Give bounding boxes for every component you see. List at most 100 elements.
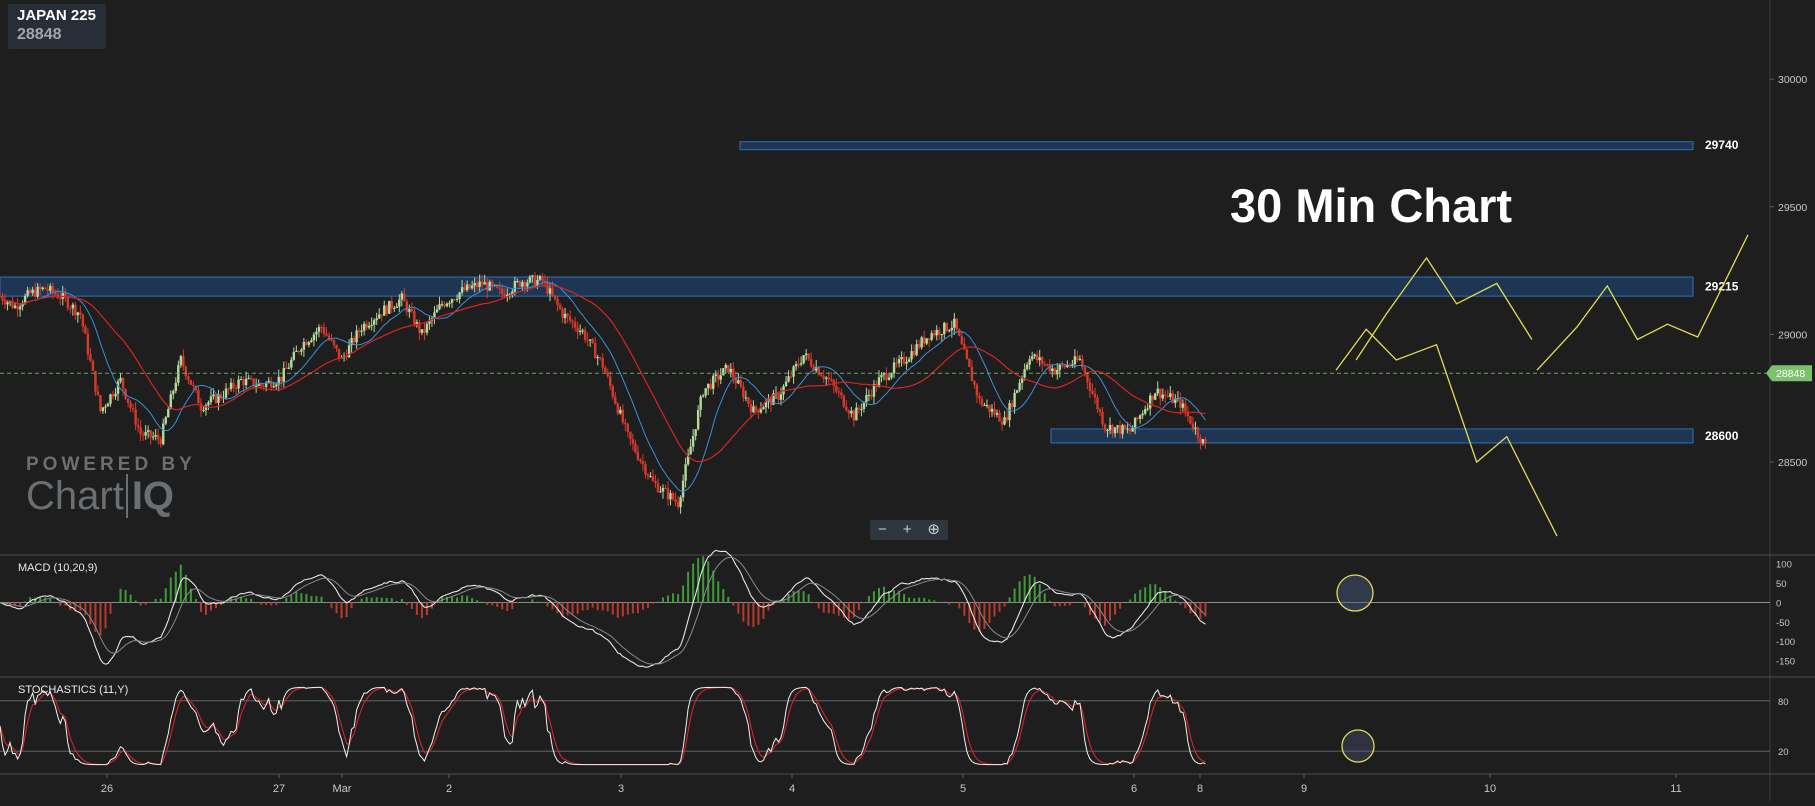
candle-body: [1166, 395, 1169, 397]
candle-body: [69, 308, 72, 310]
candle-body: [709, 383, 712, 389]
candle-body: [51, 285, 54, 293]
candle-body: [101, 407, 105, 412]
candle-body: [842, 395, 846, 407]
candle-body: [591, 339, 594, 344]
zoom-reset-icon[interactable]: ⊕: [927, 520, 940, 540]
candle-body: [892, 362, 896, 374]
candle-body: [581, 330, 584, 332]
candle-body: [887, 377, 891, 380]
candle-body: [671, 493, 675, 500]
candle-body: [1103, 424, 1107, 431]
candle-body: [119, 377, 122, 382]
candle-body: [762, 407, 765, 410]
price-tick-label: 28500: [1778, 457, 1807, 469]
candle-body: [460, 287, 464, 293]
candle-body: [136, 424, 140, 428]
candle-body: [699, 396, 702, 410]
candle-body: [1194, 427, 1197, 429]
candle-body: [182, 356, 185, 367]
candle-body: [933, 333, 936, 336]
watermark-iq: IQ: [125, 474, 175, 518]
candle-body: [244, 378, 248, 386]
candle-body: [568, 316, 572, 321]
candle-body: [935, 329, 938, 336]
zoom-out-button[interactable]: −: [878, 520, 887, 540]
candle-body: [960, 335, 964, 345]
chartiq-watermark: POWERED BY Chart IQ: [26, 454, 196, 518]
candle-body: [1038, 357, 1041, 361]
candle-body: [1013, 392, 1016, 408]
candle-body: [513, 281, 517, 292]
candle-body: [458, 292, 461, 299]
candle-body: [111, 394, 115, 397]
candle-body: [99, 395, 102, 412]
candle-body: [656, 483, 660, 493]
candle-body: [295, 350, 298, 352]
candle-body: [177, 365, 180, 383]
candle-body: [1179, 397, 1182, 408]
candle-body: [870, 394, 873, 397]
candle-body: [3, 300, 7, 305]
time-tick-label: 8: [1197, 783, 1203, 795]
candle-body: [207, 402, 210, 406]
candle-body: [802, 355, 805, 364]
candle-body: [1008, 403, 1011, 421]
candle-body: [593, 343, 597, 359]
candle-body: [1030, 356, 1034, 360]
candle-body: [79, 312, 82, 315]
candle-body: [38, 286, 42, 290]
candle-body: [912, 351, 916, 356]
time-tick-label: Mar: [333, 783, 352, 795]
candle-body: [1043, 364, 1046, 366]
zoom-in-button[interactable]: +: [903, 520, 912, 540]
candle-body: [49, 285, 52, 291]
candle-body: [611, 386, 614, 397]
candle-body: [300, 349, 303, 352]
candle-body: [639, 459, 642, 462]
candle-body: [631, 439, 635, 444]
price-tick-label: 29000: [1778, 329, 1807, 341]
candle-body: [754, 406, 758, 410]
stochastics-title: STOCHASTICS (11,Y): [18, 684, 128, 696]
candle-body: [634, 443, 637, 453]
candle-body: [925, 338, 928, 344]
candle-body: [89, 354, 92, 361]
candle-body: [239, 379, 243, 381]
candle-body: [830, 379, 833, 381]
symbol-price: 28848: [17, 26, 62, 43]
candle-body: [470, 285, 474, 289]
candle-body: [96, 391, 100, 396]
candle-body: [167, 409, 170, 418]
candle-body: [573, 322, 577, 328]
candle-body: [1005, 417, 1009, 421]
candle-body: [804, 353, 808, 356]
candle-body: [365, 323, 368, 328]
macd-tick-label: -50: [1776, 618, 1790, 629]
candle-body: [1091, 390, 1094, 394]
chart-svg[interactable]: 30000 29500 29000 28500 26 27 Mar 2 3 4 5 6 8 9 10 11 29…: [0, 0, 1815, 801]
candle-body: [398, 299, 401, 307]
candle-body: [247, 378, 250, 380]
candle-body: [576, 327, 579, 333]
candle-body: [478, 281, 481, 287]
candle-body: [664, 487, 667, 489]
watermark-powered-by: POWERED BY: [26, 454, 196, 475]
candle-body: [287, 367, 291, 369]
candle-body: [528, 276, 532, 283]
candle-body: [902, 357, 906, 364]
candle-body: [1058, 364, 1061, 371]
candle-body: [468, 284, 471, 289]
candle-body: [1118, 425, 1122, 434]
zoom-controls: − + ⊕: [870, 520, 948, 540]
candle-body: [232, 382, 235, 389]
candle-body: [548, 288, 552, 294]
candle-body: [443, 304, 446, 307]
candle-body: [531, 275, 534, 277]
candle-body: [644, 463, 647, 475]
candle-body: [425, 323, 429, 333]
time-tick-label: 5: [960, 783, 966, 795]
candle-body: [809, 358, 813, 367]
candle-body: [588, 339, 592, 341]
candle-body: [586, 339, 589, 341]
